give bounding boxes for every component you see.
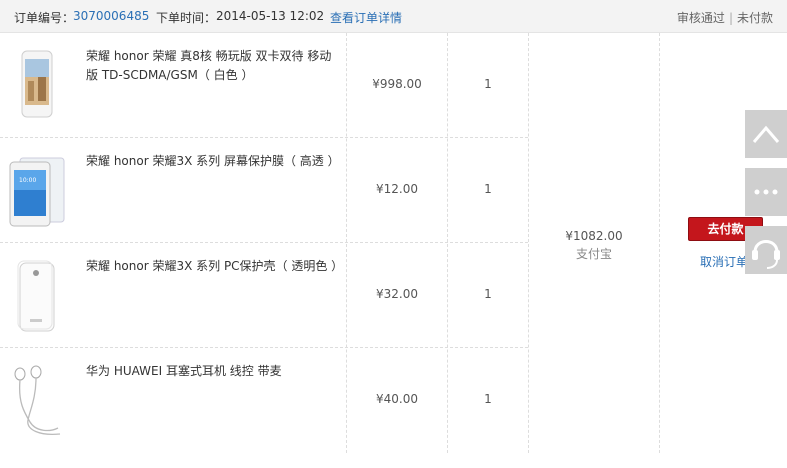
- product-name[interactable]: 华为 HUAWEI 耳塞式耳机 线控 带麦: [86, 362, 341, 381]
- product-name[interactable]: 荣耀 honor 荣耀3X 系列 屏幕保护膜（ 高透 ）: [86, 152, 341, 171]
- status-separator: |: [728, 11, 733, 25]
- product-name[interactable]: 荣耀 honor 荣耀3X 系列 PC保护壳（ 透明色 ）: [86, 257, 343, 276]
- order-items-grid: 荣耀 honor 荣耀 真8核 畅玩版 双卡双待 移动版 TD-SCDMA/GS…: [0, 33, 787, 468]
- product-quantity: 1: [484, 287, 492, 301]
- screen-protector-image[interactable]: 10:00: [6, 152, 66, 230]
- view-order-detail-link[interactable]: 查看订单详情: [330, 9, 402, 26]
- product-price: ¥998.00: [372, 77, 422, 91]
- status-unpaid: 未付款: [736, 11, 773, 25]
- earphones-image[interactable]: [6, 362, 66, 440]
- product-quantity: 1: [484, 392, 492, 406]
- product-quantity: 1: [484, 182, 492, 196]
- cancel-order-link[interactable]: 取消订单: [700, 253, 748, 270]
- column-divider: [659, 33, 660, 453]
- order-total-amount: ¥1082.00: [565, 229, 623, 243]
- order-item-row: 10:00 荣耀 honor 荣耀3X 系列 屏幕保护膜（ 高透 ） ¥12.0…: [0, 138, 528, 243]
- order-item-row: 荣耀 honor 荣耀 真8核 畅玩版 双卡双待 移动版 TD-SCDMA/GS…: [0, 33, 528, 138]
- product-price: ¥32.00: [376, 287, 418, 301]
- order-item-row: 华为 HUAWEI 耳塞式耳机 线控 带麦 ¥40.00 1: [0, 348, 528, 453]
- product-price: ¥12.00: [376, 182, 418, 196]
- svg-text:10:00: 10:00: [19, 177, 36, 184]
- chevron-up-icon: [752, 125, 780, 143]
- order-status: 审核通过 | 未付款: [677, 9, 773, 26]
- more-options-button[interactable]: [745, 168, 787, 216]
- status-approved: 审核通过: [676, 11, 725, 25]
- order-time-label: 下单时间：: [156, 11, 217, 25]
- product-name[interactable]: 荣耀 honor 荣耀 真8核 畅玩版 双卡双待 移动版 TD-SCDMA/GS…: [86, 47, 341, 85]
- order-item-row: 荣耀 honor 荣耀3X 系列 PC保护壳（ 透明色 ） ¥32.00 1: [0, 243, 528, 348]
- order-time: 2014-05-13 12:02: [216, 9, 325, 23]
- order-number: 3070006485: [73, 9, 150, 23]
- back-to-top-button[interactable]: [745, 110, 787, 158]
- order-header: 订单编号： 3070006485 下单时间： 2014-05-13 12:02 …: [0, 0, 787, 33]
- customer-service-button[interactable]: [745, 226, 787, 274]
- more-icon: [754, 189, 778, 195]
- phone-case-image[interactable]: [6, 257, 66, 335]
- payment-method: 支付宝: [575, 247, 612, 261]
- product-quantity: 1: [484, 77, 492, 91]
- product-price: ¥40.00: [376, 392, 418, 406]
- white-phone-image[interactable]: [6, 47, 66, 125]
- headset-icon: [752, 240, 780, 269]
- order-number-label: 订单编号：: [14, 11, 75, 25]
- order-total: ¥1082.00 支付宝: [529, 227, 659, 263]
